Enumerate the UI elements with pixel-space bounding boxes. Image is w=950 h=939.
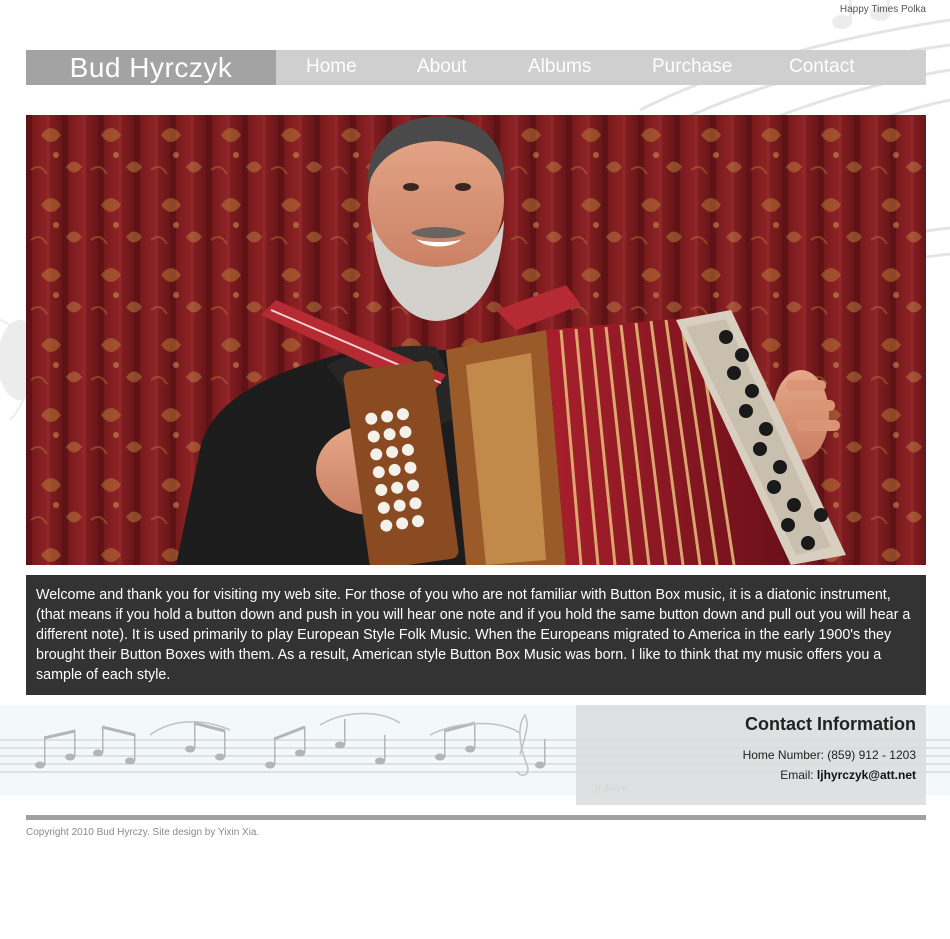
footer-divider <box>26 815 926 820</box>
contact-information-panel: Contact Information Home Number: (859) 9… <box>576 705 926 805</box>
home-number-label: Home Number: <box>742 748 824 762</box>
nav-link-home[interactable]: Home <box>306 50 357 85</box>
home-number-line: Home Number: (859) 912 - 1203 <box>576 745 916 765</box>
site-brand-name[interactable]: Bud Hyrczyk <box>26 50 276 85</box>
navigation-bar: Bud Hyrczyk Home About Albums Purchase C… <box>26 50 926 85</box>
hero-photo <box>26 115 926 565</box>
email-label: Email: <box>780 768 814 782</box>
home-number-value: (859) 912 - 1203 <box>827 748 916 762</box>
welcome-text-panel: Welcome and thank you for visiting my we… <box>26 575 926 695</box>
nav-link-contact[interactable]: Contact <box>789 50 854 85</box>
top-note-song-title: Happy Times Polka <box>839 4 926 15</box>
email-link[interactable]: ljhyrczyk@att.net <box>817 768 916 782</box>
copyright-text: Copyright 2010 Bud Hyrczy. Site design b… <box>26 827 260 838</box>
contact-information-title: Contact Information <box>745 714 916 734</box>
email-line: Email: ljhyrczyk@att.net <box>576 765 916 785</box>
nav-link-albums[interactable]: Albums <box>528 50 591 85</box>
welcome-text: Welcome and thank you for visiting my we… <box>36 587 911 683</box>
nav-link-purchase[interactable]: Purchase <box>652 50 732 85</box>
nav-link-about[interactable]: About <box>417 50 467 85</box>
